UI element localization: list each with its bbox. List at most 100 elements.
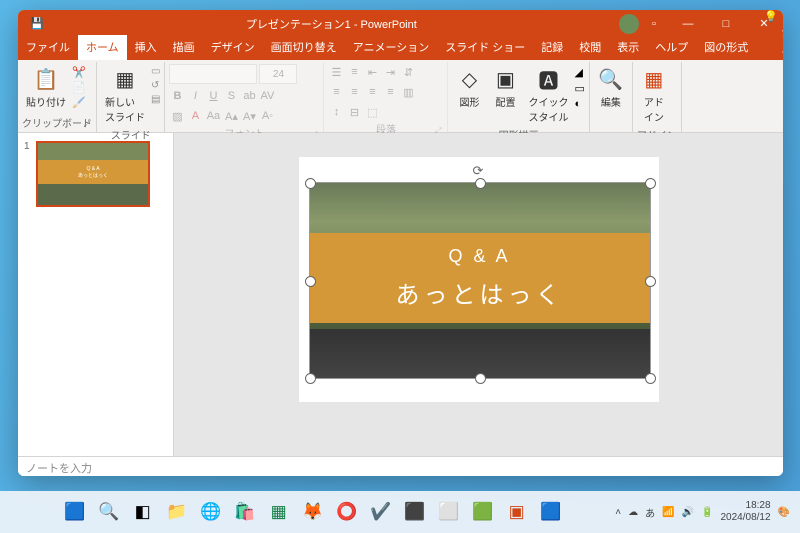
- copilot-icon[interactable]: 🎨: [778, 507, 790, 518]
- copy-icon[interactable]: 📄: [72, 81, 86, 94]
- resize-handle[interactable]: [475, 178, 486, 189]
- clock[interactable]: 18:282024/08/12: [720, 500, 770, 524]
- tab-insert[interactable]: 挿入: [127, 35, 165, 60]
- tab-file[interactable]: ファイル: [18, 35, 78, 60]
- battery-icon[interactable]: 🔋: [701, 507, 713, 518]
- shape-fill-icon[interactable]: ◢: [574, 66, 584, 79]
- app-icon[interactable]: 🟦: [536, 497, 566, 527]
- underline-button[interactable]: U: [205, 88, 221, 104]
- explorer-icon[interactable]: 📁: [162, 497, 192, 527]
- tab-home[interactable]: ホーム: [78, 35, 127, 60]
- font-size-combo[interactable]: 24: [259, 64, 297, 84]
- strike-button[interactable]: S: [223, 88, 239, 104]
- ribbon-options-icon[interactable]: ▫: [643, 18, 665, 30]
- tell-me[interactable]: 💡操作アシス: [756, 10, 783, 60]
- find-button[interactable]: 🔍編集: [594, 64, 628, 111]
- align-left-button[interactable]: ≡: [328, 84, 344, 100]
- clear-format-button[interactable]: A◦: [259, 108, 275, 124]
- start-button[interactable]: 🟦: [60, 497, 90, 527]
- store-icon[interactable]: 🛍️: [230, 497, 260, 527]
- ime-icon[interactable]: あ: [645, 505, 655, 520]
- change-case-button[interactable]: Aa: [205, 108, 221, 124]
- volume-icon[interactable]: 🔊: [682, 507, 694, 518]
- rotate-handle-icon[interactable]: ⟳: [473, 163, 484, 179]
- indent-dec-button[interactable]: ⇤: [364, 64, 380, 80]
- numbering-button[interactable]: ≡: [346, 64, 362, 80]
- onedrive-icon[interactable]: ☁: [628, 507, 638, 518]
- app-icon[interactable]: 🟩: [468, 497, 498, 527]
- paste-button[interactable]: 📋貼り付け: [22, 64, 70, 111]
- align-center-button[interactable]: ≡: [346, 84, 362, 100]
- tab-slideshow[interactable]: スライド ショー: [437, 35, 533, 60]
- todo-icon[interactable]: ✔️: [366, 497, 396, 527]
- font-color-button[interactable]: A: [187, 108, 203, 124]
- highlight-button[interactable]: ▨: [169, 108, 185, 124]
- resize-handle[interactable]: [305, 276, 316, 287]
- tab-review[interactable]: 校閲: [571, 35, 609, 60]
- italic-button[interactable]: I: [187, 88, 203, 104]
- resize-handle[interactable]: [645, 276, 656, 287]
- system-tray[interactable]: ˄ ☁ あ 📶 🔊 🔋 18:282024/08/12 🎨: [615, 500, 790, 524]
- terminal-icon[interactable]: ⬛: [400, 497, 430, 527]
- chevron-up-icon[interactable]: ˄: [615, 507, 621, 518]
- format-painter-icon[interactable]: 🖌️: [72, 96, 86, 109]
- resize-handle[interactable]: [645, 178, 656, 189]
- notes-pane[interactable]: ノートを入力: [18, 456, 783, 476]
- resize-handle[interactable]: [305, 373, 316, 384]
- tab-picture-format[interactable]: 図の形式: [696, 35, 756, 60]
- tab-design[interactable]: デザイン: [203, 35, 263, 60]
- selected-picture[interactable]: ⟳ Q & A あっとはっく: [309, 182, 651, 379]
- layout-icon[interactable]: ▭: [151, 66, 160, 77]
- minimize-button[interactable]: —: [669, 10, 707, 37]
- dialog-launcher-icon[interactable]: ⤢: [84, 120, 90, 130]
- resize-handle[interactable]: [645, 373, 656, 384]
- font-family-combo[interactable]: [169, 64, 257, 84]
- bullets-button[interactable]: ☰: [328, 64, 344, 80]
- indent-inc-button[interactable]: ⇥: [382, 64, 398, 80]
- shrink-font-button[interactable]: A▾: [241, 108, 257, 124]
- taskview-button[interactable]: ◧: [128, 497, 158, 527]
- tab-animations[interactable]: アニメーション: [345, 35, 438, 60]
- wifi-icon[interactable]: 📶: [662, 507, 674, 518]
- shape-outline-icon[interactable]: ▭: [574, 82, 584, 95]
- app-icon[interactable]: ⬜: [434, 497, 464, 527]
- powerpoint-icon[interactable]: ▣: [502, 497, 532, 527]
- shadow-button[interactable]: ab: [241, 88, 257, 104]
- arrange-button[interactable]: ▣配置: [488, 64, 522, 111]
- cut-icon[interactable]: ✂️: [72, 66, 86, 79]
- search-button[interactable]: 🔍: [94, 497, 124, 527]
- slide-canvas[interactable]: ⟳ Q & A あっとはっく: [174, 133, 783, 456]
- resize-handle[interactable]: [475, 373, 486, 384]
- tab-transitions[interactable]: 画面切り替え: [263, 35, 345, 60]
- shapes-button[interactable]: ◇図形: [452, 64, 486, 111]
- chrome-icon[interactable]: ⭕: [332, 497, 362, 527]
- section-icon[interactable]: ▤: [151, 94, 160, 105]
- columns-button[interactable]: ▥: [400, 84, 416, 100]
- user-avatar[interactable]: [619, 14, 639, 34]
- align-right-button[interactable]: ≡: [364, 84, 380, 100]
- shape-effects-icon[interactable]: ◐: [574, 98, 584, 110]
- tab-help[interactable]: ヘルプ: [647, 35, 696, 60]
- align-text-button[interactable]: ⊟: [346, 104, 362, 120]
- quick-styles-button[interactable]: 🅰クイック スタイル: [524, 64, 572, 126]
- tab-draw[interactable]: 描画: [165, 35, 203, 60]
- line-spacing-button[interactable]: ⇵: [400, 64, 416, 80]
- text-direction-button[interactable]: ↕: [328, 104, 344, 120]
- justify-button[interactable]: ≡: [382, 84, 398, 100]
- resize-handle[interactable]: [305, 178, 316, 189]
- tab-view[interactable]: 表示: [609, 35, 647, 60]
- addins-button[interactable]: ▦アド イン: [637, 64, 671, 126]
- smartart-button[interactable]: ⬚: [364, 104, 380, 120]
- grow-font-button[interactable]: A▴: [223, 108, 239, 124]
- excel-icon[interactable]: ▦: [264, 497, 294, 527]
- autosave-icon[interactable]: 💾: [30, 17, 44, 30]
- reset-icon[interactable]: ↺: [151, 80, 160, 91]
- slide-panel[interactable]: 1 Q & Aあっとはっく: [18, 133, 174, 456]
- firefox-icon[interactable]: 🦊: [298, 497, 328, 527]
- tab-record[interactable]: 記録: [533, 35, 571, 60]
- spacing-button[interactable]: AV: [259, 88, 275, 104]
- maximize-button[interactable]: □: [707, 10, 745, 37]
- slide-thumbnail[interactable]: 1 Q & Aあっとはっく: [24, 141, 167, 207]
- bold-button[interactable]: B: [169, 88, 185, 104]
- edge-icon[interactable]: 🌐: [196, 497, 226, 527]
